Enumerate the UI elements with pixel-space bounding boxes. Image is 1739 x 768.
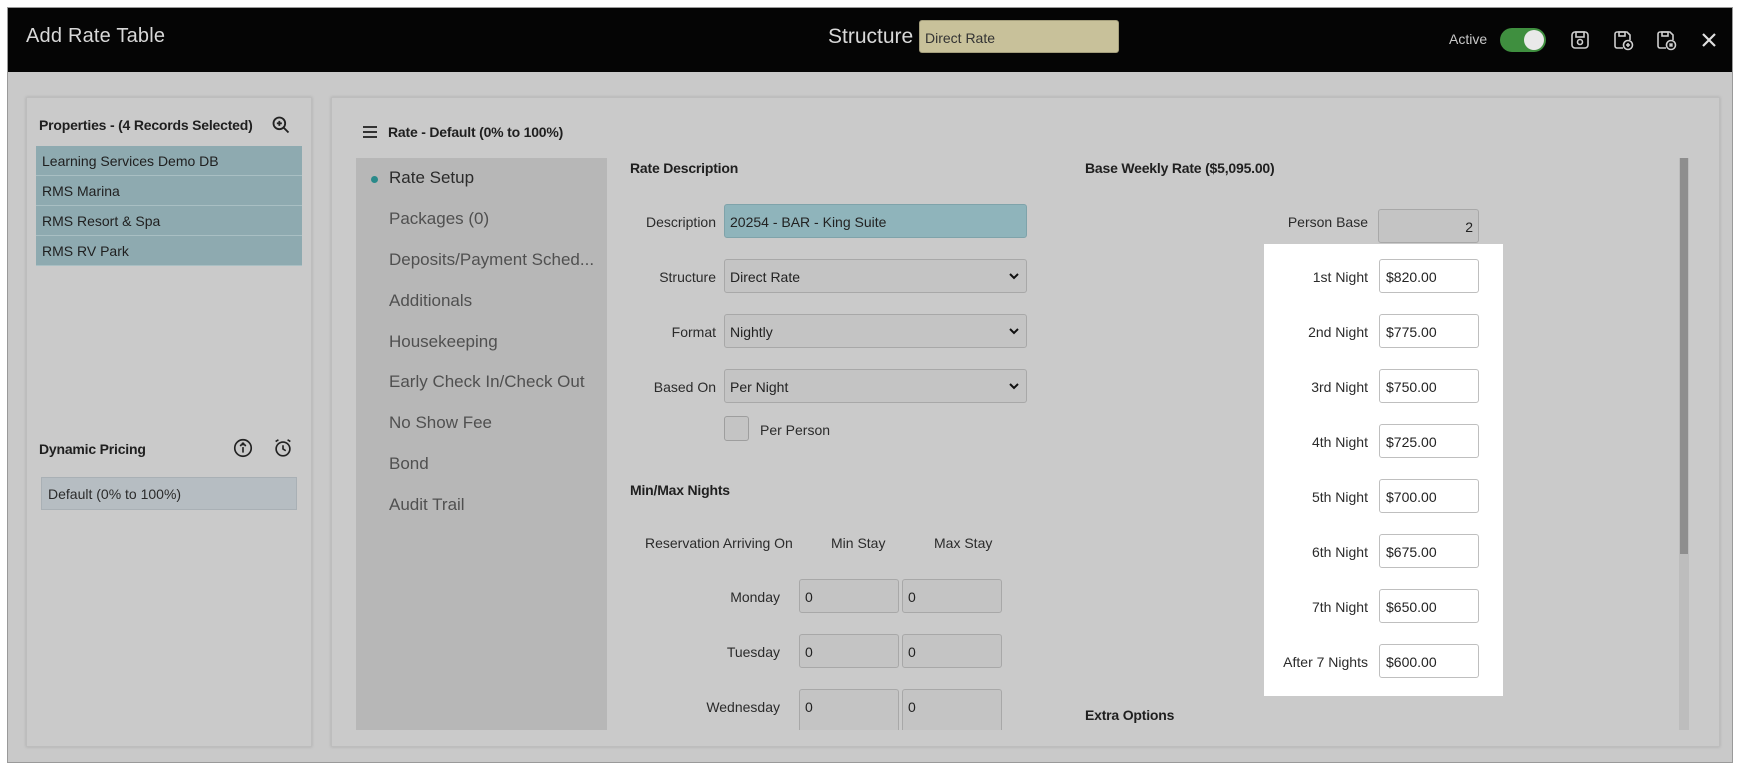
night-rate-input[interactable]: $775.00 — [1379, 314, 1479, 348]
close-icon[interactable] — [1696, 27, 1722, 53]
properties-panel: Properties - (4 Records Selected) Learni… — [26, 97, 312, 747]
dynamic-pricing-heading: Dynamic Pricing — [39, 441, 146, 457]
chevron-down-icon — [1009, 273, 1019, 280]
property-item[interactable]: RMS Marina — [36, 176, 302, 206]
nightly-rates-box — [1264, 244, 1503, 696]
nav-bond[interactable]: Bond — [389, 454, 429, 474]
day-label: Wednesday — [706, 699, 780, 715]
night-rate-input[interactable]: $650.00 — [1379, 589, 1479, 623]
night-rate-input[interactable]: $750.00 — [1379, 369, 1479, 403]
night-rate-input[interactable]: $725.00 — [1379, 424, 1479, 458]
properties-heading: Properties - (4 Records Selected) — [39, 117, 253, 133]
per-person-checkbox[interactable] — [724, 416, 749, 441]
menu-icon[interactable] — [363, 126, 377, 138]
nav-audit-trail[interactable]: Audit Trail — [389, 495, 465, 515]
col-arriving-on: Reservation Arriving On — [645, 535, 793, 551]
col-max-stay: Max Stay — [934, 535, 993, 551]
min-max-heading: Min/Max Nights — [630, 482, 730, 498]
zoom-in-icon[interactable] — [271, 115, 291, 135]
scrollbar-thumb[interactable] — [1680, 158, 1688, 554]
nav-no-show-fee[interactable]: No Show Fee — [389, 413, 492, 433]
description-label: Description — [645, 214, 716, 230]
active-label: Active — [1449, 31, 1488, 47]
format-select-value: Nightly — [730, 324, 773, 340]
rate-panel: Rate - Default (0% to 100%) Rate Setup P… — [331, 97, 1720, 747]
nav-early-checkin[interactable]: Early Check In/Check Out — [389, 372, 585, 392]
day-label: Tuesday — [726, 644, 780, 660]
night-rate-input[interactable]: $820.00 — [1379, 259, 1479, 293]
rate-heading: Rate - Default (0% to 100%) — [388, 124, 564, 140]
rate-nav: Rate Setup Packages (0) Deposits/Payment… — [356, 158, 607, 730]
max-stay-input[interactable]: 0 — [902, 634, 1002, 668]
night-label: After 7 Nights — [1283, 654, 1368, 670]
night-rate-input[interactable]: $700.00 — [1379, 479, 1479, 513]
structure-field[interactable]: Direct Rate — [919, 20, 1119, 53]
property-item[interactable]: RMS RV Park — [36, 236, 302, 266]
header-bar: Add Rate Table Structure Direct Rate Act… — [8, 8, 1732, 72]
nav-rate-setup[interactable]: Rate Setup — [389, 168, 474, 188]
dynamic-pricing-item[interactable]: Default (0% to 100%) — [41, 477, 297, 510]
structure-select[interactable]: Direct Rate — [724, 259, 1027, 293]
min-stay-input[interactable]: 0 — [799, 579, 899, 613]
property-item[interactable]: RMS Resort & Spa — [36, 206, 302, 236]
night-label: 6th Night — [1311, 544, 1368, 560]
max-stay-input[interactable]: 0 — [902, 689, 1002, 730]
night-rate-input[interactable]: $600.00 — [1379, 644, 1479, 678]
chevron-down-icon — [1009, 383, 1019, 390]
structure-select-value: Direct Rate — [730, 269, 801, 285]
nav-deposits[interactable]: Deposits/Payment Sched... — [389, 250, 594, 270]
property-list: Learning Services Demo DB RMS Marina RMS… — [36, 146, 302, 266]
description-input[interactable]: 20254 - BAR - King Suite — [724, 204, 1027, 238]
based-on-label: Based On — [653, 379, 716, 395]
based-on-select-value: Per Night — [730, 379, 789, 395]
rate-table-window: Add Rate Table Structure Direct Rate Act… — [7, 7, 1733, 763]
day-label: Monday — [730, 589, 780, 605]
info-icon[interactable] — [232, 437, 254, 459]
person-base-input[interactable]: 2 — [1378, 209, 1479, 243]
person-base-label: Person Base — [1287, 214, 1368, 230]
property-item[interactable]: Learning Services Demo DB — [36, 146, 302, 176]
window-title: Add Rate Table — [26, 25, 166, 47]
night-label: 7th Night — [1311, 599, 1368, 615]
night-label: 5th Night — [1311, 489, 1368, 505]
based-on-select[interactable]: Per Night — [724, 369, 1027, 403]
save-copy-icon[interactable] — [1653, 27, 1679, 53]
toggle-knob — [1524, 30, 1544, 50]
structure-label: Structure — [828, 25, 914, 48]
scrollbar[interactable] — [1679, 158, 1689, 730]
structure-select-label: Structure — [659, 269, 716, 285]
active-indicator-dot — [371, 176, 378, 183]
night-label: 2nd Night — [1308, 324, 1368, 340]
night-label: 1st Night — [1312, 269, 1368, 285]
rate-description-heading: Rate Description — [630, 160, 739, 176]
extra-options-heading: Extra Options — [1085, 707, 1175, 723]
night-label: 4th Night — [1311, 434, 1368, 450]
alarm-clock-icon[interactable] — [272, 437, 294, 459]
min-stay-input[interactable]: 0 — [799, 689, 899, 730]
save-icon[interactable] — [1567, 27, 1593, 53]
active-toggle[interactable] — [1500, 28, 1546, 52]
per-person-label: Per Person — [760, 422, 831, 438]
base-weekly-heading: Base Weekly Rate ($5,095.00) — [1085, 160, 1275, 176]
format-label: Format — [671, 324, 716, 340]
night-rate-input[interactable]: $675.00 — [1379, 534, 1479, 568]
nav-packages[interactable]: Packages (0) — [389, 209, 489, 229]
nav-additionals[interactable]: Additionals — [389, 291, 472, 311]
max-stay-input[interactable]: 0 — [902, 579, 1002, 613]
night-label: 3rd Night — [1311, 379, 1368, 395]
chevron-down-icon — [1009, 328, 1019, 335]
col-min-stay: Min Stay — [831, 535, 886, 551]
save-add-icon[interactable] — [1610, 27, 1636, 53]
format-select[interactable]: Nightly — [724, 314, 1027, 348]
nav-housekeeping[interactable]: Housekeeping — [389, 332, 498, 352]
min-stay-input[interactable]: 0 — [799, 634, 899, 668]
